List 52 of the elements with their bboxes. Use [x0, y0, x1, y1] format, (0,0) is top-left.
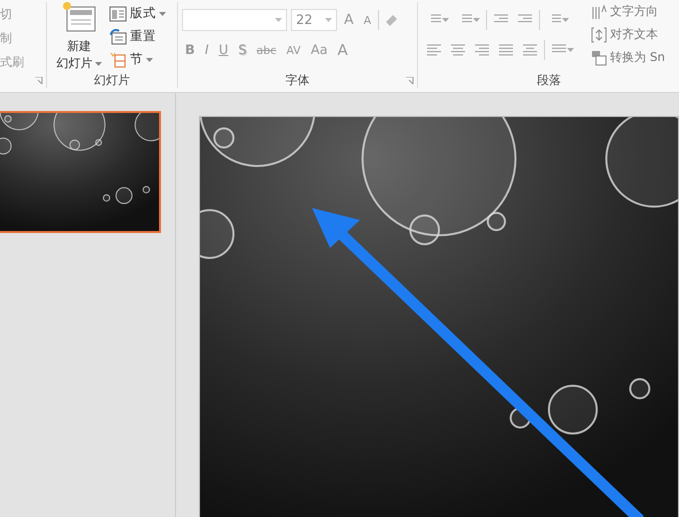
- group-label: 字体: [286, 72, 310, 88]
- format-button[interactable]: abc: [254, 44, 280, 56]
- clipboard-command[interactable]: 式刷: [0, 50, 46, 74]
- slide-command-button[interactable]: 节: [107, 48, 168, 71]
- font-size-field[interactable]: 22: [291, 9, 337, 31]
- clipboard-command[interactable]: 制: [0, 26, 46, 50]
- align-right-button[interactable]: [472, 43, 492, 57]
- group-label: 幻灯片: [94, 72, 130, 88]
- caret-icon: [159, 12, 166, 16]
- format-button[interactable]: A: [334, 41, 351, 59]
- format-button[interactable]: I: [202, 42, 212, 58]
- justify-button[interactable]: [496, 43, 516, 57]
- align-left-icon: [426, 43, 442, 57]
- font-name-field[interactable]: [182, 9, 287, 31]
- layout-icon: [109, 6, 127, 22]
- format-button[interactable]: AV: [283, 44, 304, 56]
- shrink-font-button[interactable]: A: [360, 14, 374, 26]
- caret-icon: [442, 18, 449, 22]
- grow-font-button[interactable]: A: [341, 12, 357, 28]
- reset-icon: [109, 28, 127, 44]
- text-tool-button[interactable]: 文字方向: [589, 0, 673, 23]
- new-slide-button[interactable]: 新建 幻灯片: [51, 2, 107, 72]
- caret-icon: [275, 18, 282, 22]
- slide-command-button[interactable]: 版式: [107, 2, 168, 25]
- text-tool-button[interactable]: 转换为 Sn: [589, 46, 673, 69]
- align-center-button[interactable]: [448, 43, 468, 57]
- format-button[interactable]: B: [182, 42, 198, 58]
- caret-icon: [567, 48, 574, 52]
- smartart-icon: [591, 50, 607, 66]
- text-tool-button[interactable]: 对齐文本: [589, 23, 673, 46]
- text-direction-icon: [591, 4, 607, 20]
- distribute-icon: [522, 43, 538, 57]
- align-right-icon: [474, 43, 490, 57]
- dialog-launcher-icon[interactable]: [35, 77, 43, 85]
- caret-icon: [94, 62, 102, 66]
- caret-icon: [562, 18, 569, 22]
- align-text-icon: [591, 26, 607, 42]
- dialog-launcher-icon[interactable]: [406, 77, 414, 85]
- caret-icon: [325, 18, 332, 22]
- caret-icon: [473, 18, 480, 22]
- align-left-button[interactable]: [424, 43, 444, 57]
- justify-icon: [498, 43, 514, 57]
- format-button[interactable]: S: [235, 42, 250, 58]
- clipboard-command[interactable]: 切: [0, 2, 46, 26]
- caret-icon: [146, 58, 153, 62]
- slide-command-button[interactable]: 重置: [107, 25, 168, 48]
- format-button[interactable]: U: [216, 42, 232, 58]
- align-center-icon: [450, 43, 466, 57]
- distribute-button[interactable]: [520, 43, 540, 57]
- section-icon: [109, 52, 127, 68]
- group-label: 段落: [537, 72, 561, 88]
- format-button[interactable]: Aa: [308, 42, 331, 58]
